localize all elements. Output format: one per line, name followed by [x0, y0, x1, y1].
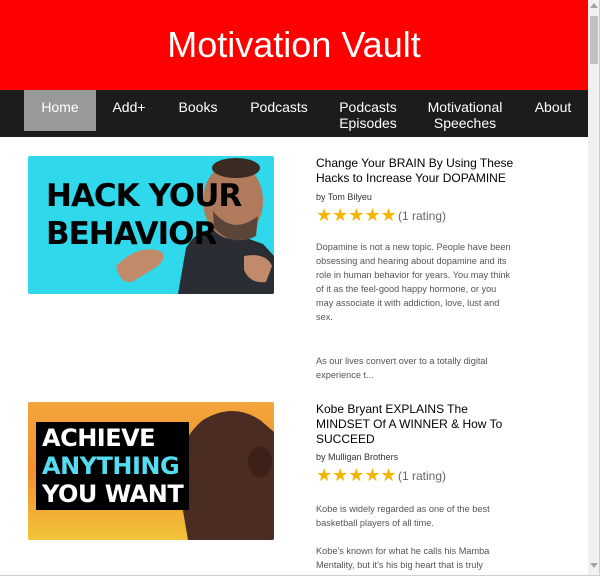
star-rating: ★★★★★	[316, 465, 397, 486]
item-description: Kobe is widely regarded as one of the be…	[316, 504, 490, 528]
author-name[interactable]: Mulligan Brothers	[328, 452, 398, 462]
nav-about[interactable]: About	[528, 90, 578, 131]
video-thumbnail[interactable]: HACK YOUR BEHAVIOR	[28, 156, 274, 294]
star-icon: ★★★★★	[316, 465, 397, 486]
nav-home[interactable]: Home	[24, 90, 96, 131]
author-prefix: by	[316, 192, 326, 202]
scroll-up-icon[interactable]	[590, 3, 598, 8]
rating-count: (1 rating)	[398, 209, 447, 223]
thumbnail-text: YOU WANT	[42, 480, 184, 508]
thumbnail-text: HACK YOUR	[46, 178, 242, 214]
nav-books[interactable]: Books	[168, 90, 228, 131]
scroll-down-icon[interactable]	[590, 563, 598, 568]
item-author: by Mulligan Brothers	[316, 452, 398, 462]
main-nav: Home Add+ Books Podcasts Podcasts Episod…	[0, 90, 588, 137]
video-thumbnail[interactable]: ACHIEVE ANYTHING YOU WANT	[28, 402, 274, 540]
item-title[interactable]: Change Your BRAIN By Using These Hacks t…	[316, 156, 516, 186]
rating-count: (1 rating)	[398, 469, 447, 483]
nav-add[interactable]: Add+	[104, 90, 154, 131]
site-title: Motivation Vault	[167, 24, 421, 65]
item-description: Dopamine is not a new topic. People have…	[316, 242, 511, 322]
thumbnail-text: ACHIEVE	[42, 424, 156, 452]
nav-podcasts-episodes[interactable]: Podcasts Episodes	[330, 90, 406, 131]
author-prefix: by	[316, 452, 326, 462]
scroll-thumb[interactable]	[590, 16, 598, 64]
site-header: Motivation Vault	[0, 0, 588, 90]
nav-podcasts[interactable]: Podcasts	[244, 90, 314, 131]
star-icon: ★★★★★	[316, 205, 397, 226]
nav-motivational-speeches[interactable]: Motivational Speeches	[420, 90, 510, 131]
item-description: Kobe's known for what he calls his Mamba…	[316, 546, 490, 570]
thumbnail-text-block: ACHIEVE ANYTHING YOU WANT	[36, 422, 190, 510]
vertical-scrollbar[interactable]	[588, 0, 599, 575]
item-description: As our lives convert over to a totally d…	[316, 356, 488, 380]
author-name[interactable]: Tom Bilyeu	[328, 192, 372, 202]
page-frame: Motivation Vault Home Add+ Books Podcast…	[0, 0, 600, 576]
star-rating: ★★★★★	[316, 205, 397, 226]
thumbnail-text: BEHAVIOR	[46, 216, 217, 252]
thumbnail-text: ANYTHING	[42, 452, 180, 480]
item-author: by Tom Bilyeu	[316, 192, 372, 202]
item-title[interactable]: Kobe Bryant EXPLAINS The MINDSET Of A WI…	[316, 402, 516, 447]
